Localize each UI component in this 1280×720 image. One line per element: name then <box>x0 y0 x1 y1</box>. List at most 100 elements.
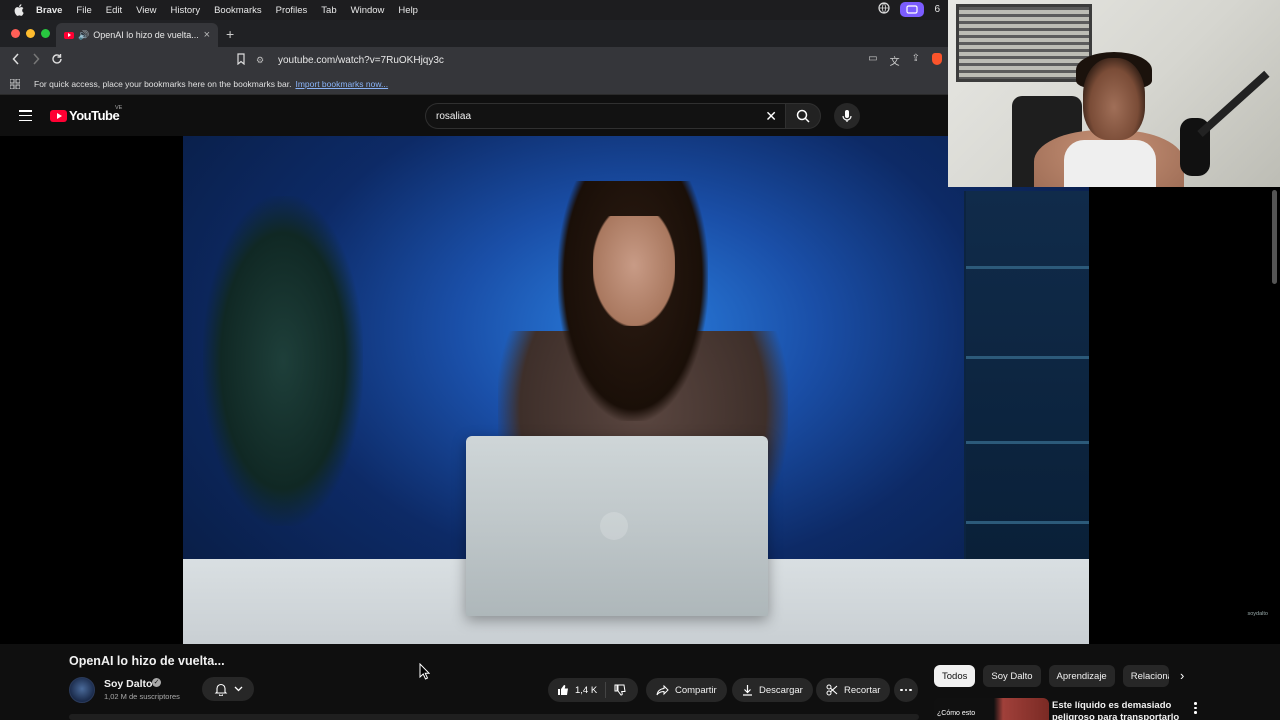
forward-icon[interactable] <box>32 53 40 68</box>
bookmark-icon[interactable] <box>236 53 246 68</box>
video-frame[interactable] <box>183 136 1089 644</box>
verified-icon: ✓ <box>152 678 161 687</box>
menu-help[interactable]: Help <box>398 5 418 16</box>
share-label: Compartir <box>675 684 717 696</box>
apps-grid-icon[interactable] <box>9 78 21 89</box>
cast-icon[interactable]: ▭ <box>868 53 877 68</box>
maximize-window-button[interactable] <box>41 29 50 38</box>
search-button[interactable] <box>785 103 821 129</box>
menu-tab[interactable]: Tab <box>321 5 336 16</box>
recommended-title[interactable]: Este líquido es demasiado peligroso para… <box>1052 700 1182 720</box>
related-filter-chips: Todos Soy Dalto Aprendizaje Relacionado <box>934 665 1169 687</box>
thumbs-down-icon <box>614 684 626 696</box>
page-scrollbar[interactable] <box>1272 190 1277 284</box>
more-actions-button[interactable] <box>894 678 918 702</box>
address-bar[interactable]: ⚙ youtube.com/watch?v=7RuOKHjqy3c <box>256 50 936 70</box>
thumbs-up-icon <box>558 685 568 695</box>
country-code: VE <box>115 105 123 111</box>
youtube-logo[interactable]: YouTube VE <box>50 105 123 123</box>
thumbnail-caption: ¿Cómo esto <box>937 710 976 717</box>
voice-search-button[interactable] <box>834 103 860 129</box>
tab-title: OpenAI lo hizo de vuelta... <box>93 30 199 40</box>
like-button[interactable]: 1,4 K <box>548 682 606 698</box>
menu-history[interactable]: History <box>171 5 201 16</box>
screen: Brave File Edit View History Bookmarks P… <box>0 0 1280 720</box>
site-settings-icon[interactable]: ⚙ <box>256 55 266 65</box>
search-input[interactable]: rosaliaa ✕ <box>425 103 785 129</box>
reload-icon[interactable] <box>51 53 63 68</box>
close-tab-icon[interactable]: × <box>204 29 210 41</box>
share-button-wrap: Compartir <box>646 678 727 702</box>
speaker-icon[interactable]: 🔊 <box>78 30 89 41</box>
video-player[interactable]: soydalto <box>0 136 1280 644</box>
subscribed-bell-button[interactable] <box>202 677 254 701</box>
menu-window[interactable]: Window <box>351 5 385 16</box>
chip-channel[interactable]: Soy Dalto <box>983 665 1041 687</box>
youtube-favicon-icon <box>64 31 74 39</box>
menu-file[interactable]: File <box>76 5 91 16</box>
menu-icon[interactable] <box>19 110 32 121</box>
download-label: Descargar <box>759 684 803 696</box>
video-title: OpenAI lo hizo de vuelta... <box>69 654 225 668</box>
download-button-wrap: Descargar <box>732 678 813 702</box>
clear-search-icon[interactable]: ✕ <box>765 108 777 125</box>
minimize-window-button[interactable] <box>26 29 35 38</box>
menu-edit[interactable]: Edit <box>106 5 122 16</box>
chips-next-icon[interactable]: › <box>1180 668 1184 683</box>
download-icon <box>743 685 752 696</box>
chevron-down-icon <box>234 686 242 692</box>
video-watermark: soydalto <box>1247 611 1269 617</box>
new-tab-button[interactable]: + <box>226 26 234 42</box>
share-button[interactable]: Compartir <box>646 678 727 702</box>
browser-tab-active[interactable]: 🔊 OpenAI lo hizo de vuelta... × <box>56 23 218 47</box>
translate-icon[interactable]: 文 <box>890 53 900 68</box>
back-icon[interactable] <box>12 53 20 68</box>
brave-shields-icon[interactable] <box>932 53 942 65</box>
import-bookmarks-link[interactable]: Import bookmarks now... <box>295 79 388 89</box>
apple-icon[interactable] <box>12 4 26 16</box>
youtube-wordmark: YouTube <box>69 108 120 123</box>
chip-learning[interactable]: Aprendizaje <box>1048 665 1115 687</box>
clip-button-wrap: Recortar <box>816 678 891 702</box>
youtube-header: YouTube VE rosaliaa ✕ <box>0 96 948 136</box>
youtube-play-icon <box>50 109 67 122</box>
chip-related[interactable]: Relacionado <box>1122 665 1169 687</box>
close-window-button[interactable] <box>11 29 20 38</box>
chip-all[interactable]: Todos <box>934 665 976 687</box>
status-globe-icon[interactable] <box>878 2 891 17</box>
menu-bookmarks[interactable]: Bookmarks <box>214 5 262 16</box>
url-text[interactable]: youtube.com/watch?v=7RuOKHjqy3c <box>278 55 444 66</box>
recommended-video[interactable]: ¿Cómo esto Este líquido es demasiado pel… <box>934 696 1280 720</box>
menu-view[interactable]: View <box>136 5 156 16</box>
browser-tab-strip: 🔊 OpenAI lo hizo de vuelta... × <box>0 20 948 47</box>
menubar-status-area: 6 <box>878 2 940 17</box>
share-icon[interactable]: ⇪ <box>912 53 920 68</box>
toolbar-icons: ▭ 文 ⇪ <box>868 53 942 68</box>
like-count: 1,4 K <box>575 684 598 696</box>
browser-toolbar: ⚙ youtube.com/watch?v=7RuOKHjqy3c ▭ 文 ⇪ <box>0 47 948 73</box>
status-screen-record-icon[interactable] <box>900 2 925 17</box>
subscriber-count: 1,02 M de suscriptores <box>104 692 180 701</box>
dislike-button[interactable] <box>606 684 626 696</box>
video-laptop <box>466 436 768 616</box>
like-dislike-group: 1,4 K <box>548 678 638 702</box>
scissors-icon <box>826 684 838 696</box>
share-arrow-icon <box>656 684 669 695</box>
bell-icon <box>214 683 227 696</box>
download-button[interactable]: Descargar <box>732 678 813 702</box>
search-query[interactable]: rosaliaa <box>436 111 471 122</box>
clip-button[interactable]: Recortar <box>816 678 891 702</box>
mouse-cursor-icon <box>419 662 431 685</box>
bookmarks-hint: For quick access, place your bookmarks h… <box>34 78 292 89</box>
clip-label: Recortar <box>844 684 881 696</box>
bookmarks-bar: For quick access, place your bookmarks h… <box>0 73 948 95</box>
video-shelf <box>964 191 1089 561</box>
channel-name[interactable]: Soy Dalto <box>104 678 152 690</box>
status-count: 6 <box>934 4 940 15</box>
menu-app-name[interactable]: Brave <box>36 5 62 16</box>
recommended-menu-icon[interactable] <box>1194 702 1197 714</box>
menu-profiles[interactable]: Profiles <box>276 5 308 16</box>
video-plant <box>203 196 363 526</box>
description-box-edge <box>69 714 919 720</box>
channel-avatar[interactable] <box>69 677 95 703</box>
